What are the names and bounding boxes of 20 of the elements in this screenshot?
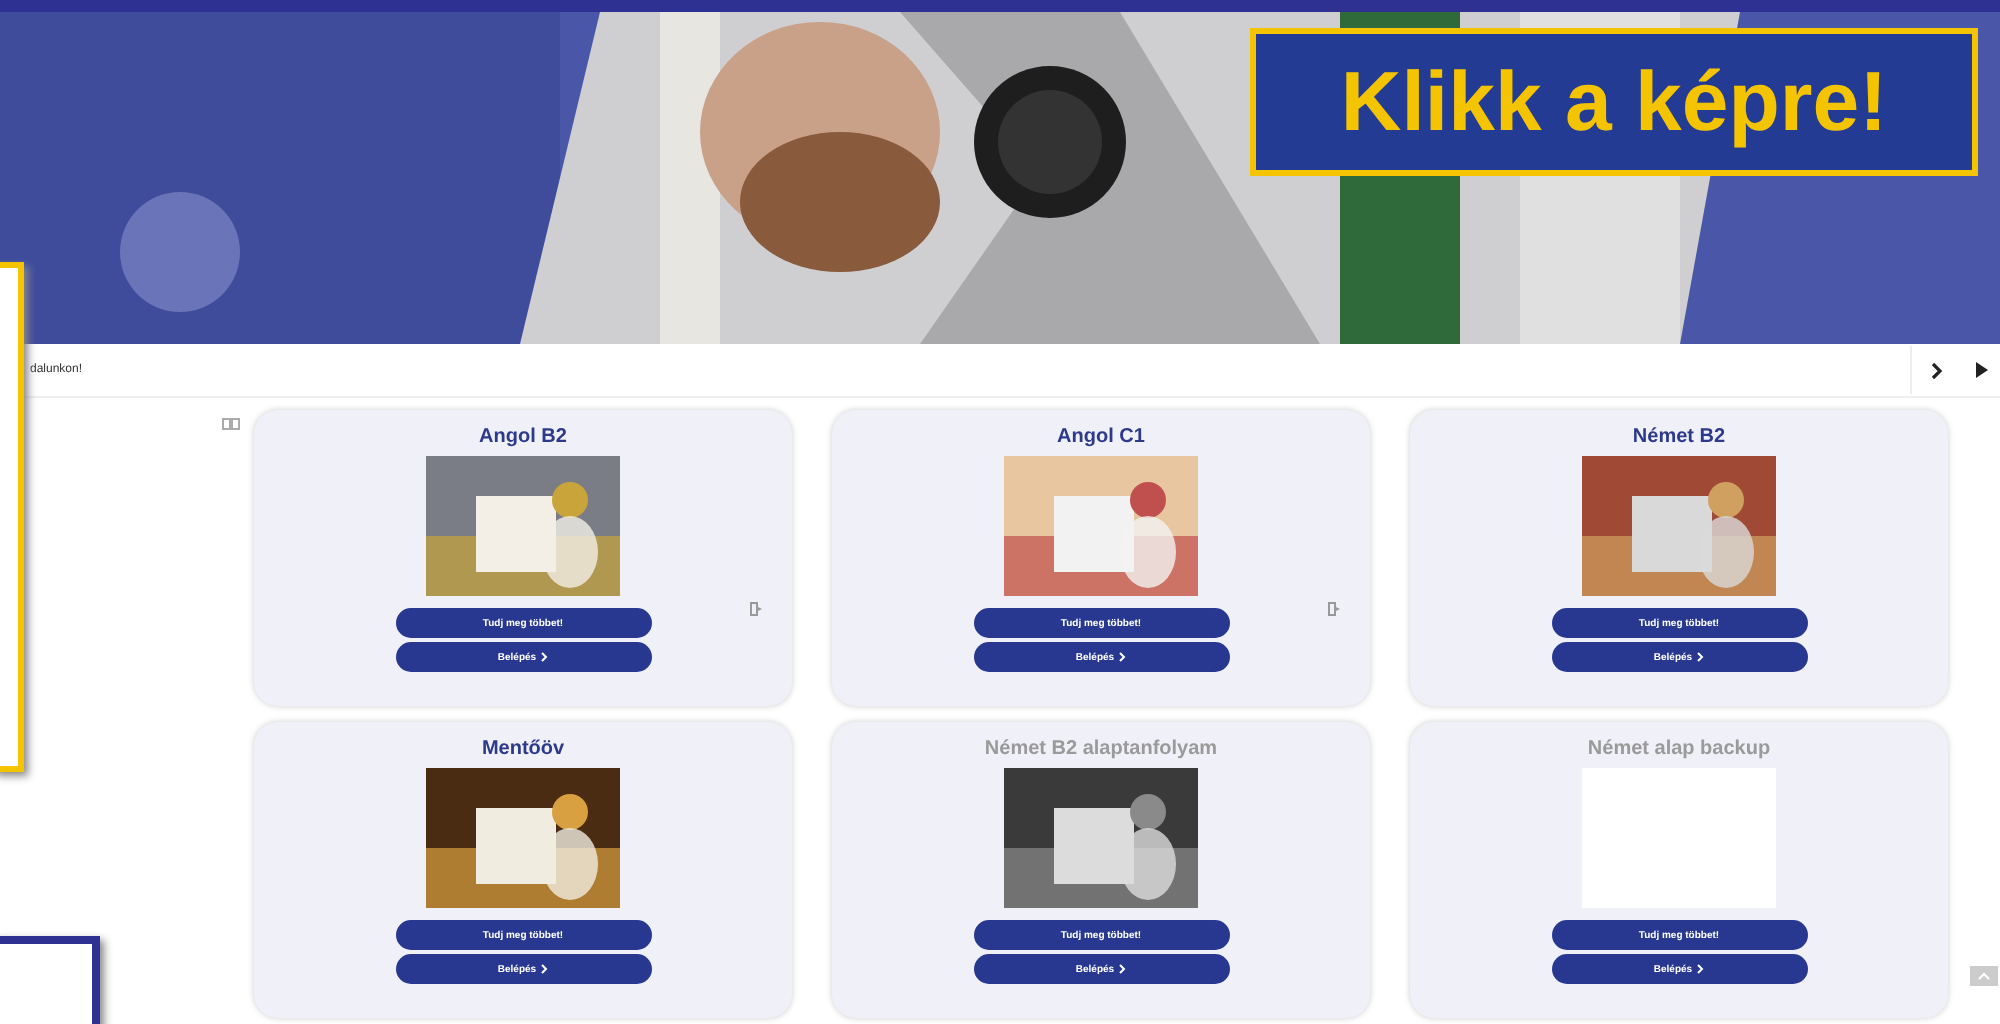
- course-title: Német alap backup: [1587, 738, 1771, 760]
- chevron-right-icon: [1118, 964, 1127, 974]
- course-title: Angol B2: [479, 426, 567, 448]
- chevron-right-icon: [1929, 361, 1943, 379]
- course-title: Német B2: [1632, 426, 1726, 448]
- play-icon[interactable]: [1976, 362, 1988, 378]
- chevron-right-icon: [540, 964, 549, 974]
- callout-label[interactable]: Klikk a képre!: [1250, 28, 1978, 176]
- enter-icon[interactable]: [1328, 602, 1342, 616]
- scroll-top-button[interactable]: [1970, 966, 1998, 986]
- enter-icon[interactable]: [750, 602, 764, 616]
- chevron-up-icon: [1978, 972, 1990, 980]
- chevron-right-icon: [1696, 964, 1705, 974]
- chevron-right-icon: [540, 652, 549, 662]
- chevron-right-icon: [1118, 652, 1127, 662]
- course-title: Angol C1: [1057, 426, 1145, 448]
- chevron-right-icon: [1696, 652, 1705, 662]
- course-title: Német B2 alaptanfolyam: [984, 738, 1218, 760]
- grid-view-icon[interactable]: [222, 418, 240, 430]
- course-title: Mentőöv: [481, 738, 565, 760]
